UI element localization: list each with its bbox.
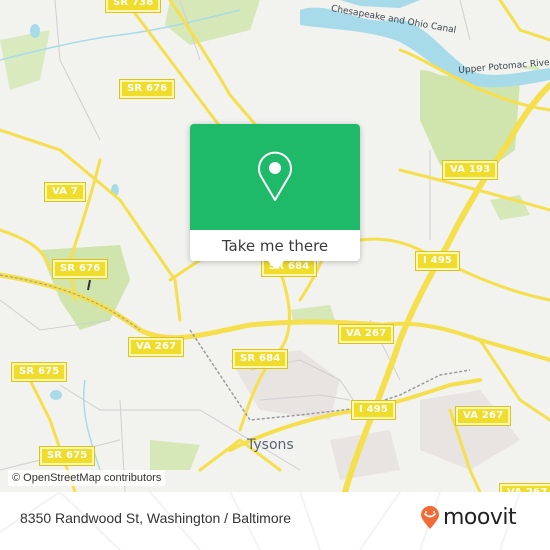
moovit-pin-smile-icon (421, 505, 439, 529)
address-text: 8350 Randwood St, Washington / Baltimore (20, 510, 292, 526)
park-area (165, 0, 260, 45)
map-attribution[interactable]: © OpenStreetMap contributors (8, 470, 166, 486)
road-shield: VA 7 (43, 182, 87, 202)
map-pin-icon (258, 151, 292, 201)
road-shield: SR 684 (231, 349, 289, 369)
road-shield: VA 267 (337, 324, 395, 344)
moovit-logo-text: moovit (443, 505, 517, 530)
road-shield: I 495 (350, 400, 397, 420)
road-shield: VA 267 (127, 337, 185, 357)
map-view[interactable]: SR 738 SR 676 VA 7 SR 676 VA 267 SR 675 … (0, 0, 550, 492)
park-area (150, 440, 200, 470)
popup-header[interactable] (190, 124, 360, 230)
urban-area (420, 390, 520, 470)
take-me-there-button[interactable]: Take me there (190, 230, 360, 261)
road-shield: SR 738 (104, 0, 162, 13)
road-shield: VA 193 (441, 160, 499, 180)
road-shield: SR 676 (118, 79, 176, 99)
road-shield: SR 675 (10, 362, 68, 382)
location-popup[interactable]: Take me there (190, 124, 360, 269)
moovit-logo[interactable]: moovit (420, 505, 517, 530)
pond (50, 390, 62, 400)
road-shield: I 495 (414, 251, 461, 271)
popup-pointer (268, 261, 284, 269)
place-label-tysons: Tysons (247, 437, 294, 453)
pond (30, 24, 40, 38)
footer: 8350 Randwood St, Washington / Baltimore… (0, 492, 550, 550)
park-area (0, 30, 50, 90)
road-shield: VA 267 (498, 483, 550, 492)
road-shield: SR 675 (38, 446, 96, 466)
road-shield: VA 267 (454, 406, 512, 426)
road-shield: SR 676 (51, 259, 109, 279)
